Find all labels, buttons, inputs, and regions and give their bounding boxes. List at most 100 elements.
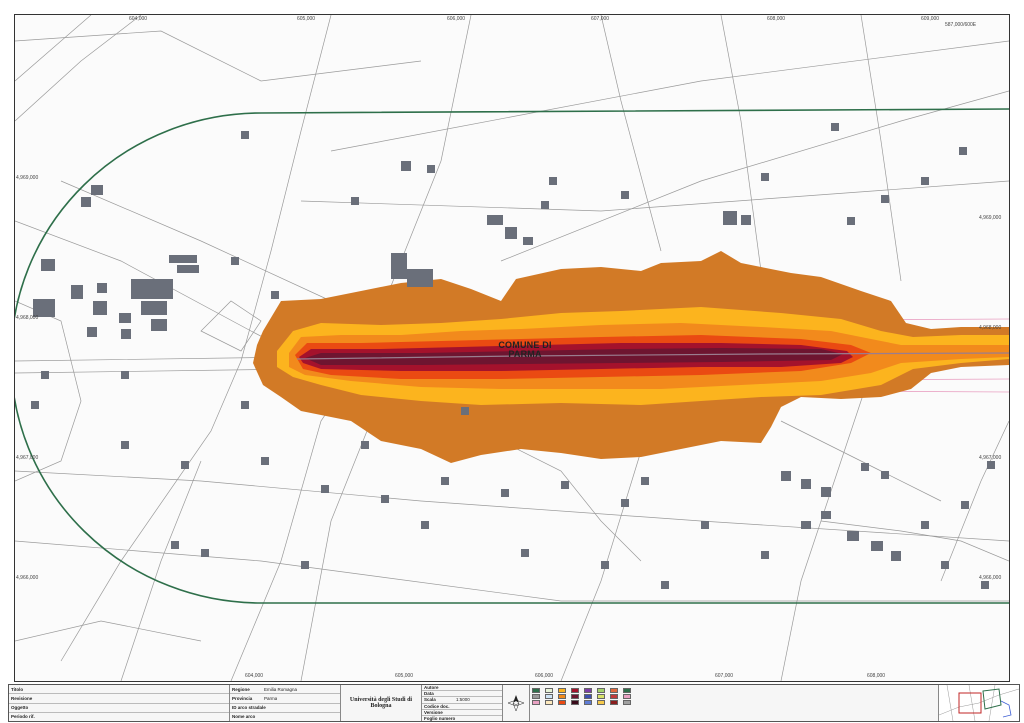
road-id-key: ID arco stradale: [232, 705, 266, 711]
legend-item: [532, 700, 542, 705]
legend-group: [584, 687, 594, 719]
map-sheet: 604,000 605,000 606,000 607,000 608,000 …: [0, 0, 1024, 723]
version-key: Versione: [424, 709, 443, 715]
legend-group: [571, 687, 581, 719]
legend-swatch: [623, 688, 631, 693]
coord-bottom-3: 606,000: [535, 673, 554, 679]
coord-bottom-1: 604,000: [245, 673, 264, 679]
period-key: Periodo rif.: [11, 714, 35, 720]
coord-right-2: 4,968,000: [979, 325, 1002, 331]
legend-swatch: [545, 700, 553, 705]
legend-swatch: [558, 688, 566, 693]
legend-item: [610, 694, 620, 699]
north-arrow: [503, 685, 530, 721]
legend-swatch: [545, 694, 553, 699]
coord-top-2: 605,000: [297, 16, 316, 22]
legend-swatch: [571, 694, 579, 699]
place-label: COMUNE DI PARMA: [485, 341, 565, 359]
legend-item: [558, 688, 568, 693]
sheet-number-key: Foglio numero: [424, 715, 456, 721]
legend-item: [584, 700, 594, 705]
title-block: Titolo Revisione Oggetto Periodo rif. Re…: [8, 684, 1020, 722]
legend-swatch: [558, 694, 566, 699]
legend-swatch: [584, 700, 592, 705]
legend-swatch: [610, 694, 618, 699]
province-key: Provincia: [232, 695, 253, 701]
legend-swatch: [584, 694, 592, 699]
title-key: Titolo: [11, 686, 24, 692]
legend-item: [571, 688, 581, 693]
legend-item: [610, 700, 620, 705]
coord-top-1: 604,000: [129, 16, 148, 22]
legend: [530, 685, 939, 721]
place-label-line2: PARMA: [508, 349, 542, 359]
legend-item: [532, 688, 542, 693]
legend-item: [597, 694, 607, 699]
legend-item: [623, 688, 633, 693]
author-key: Autore: [424, 685, 439, 691]
legend-item: [597, 688, 607, 693]
coord-left-3: 4,967,000: [16, 455, 39, 461]
legend-swatch: [623, 694, 631, 699]
legend-swatch: [532, 688, 540, 693]
legend-swatch: [571, 700, 579, 705]
legend-swatch: [597, 694, 605, 699]
legend-item: [584, 694, 594, 699]
university-block: Università degli Studi di Bologna: [341, 685, 422, 721]
inset-map: [938, 684, 1020, 722]
legend-group: [610, 687, 620, 719]
legend-group: [623, 687, 633, 719]
title-block-main: Titolo Revisione Oggetto Periodo rif.: [9, 685, 230, 721]
inset-map-svg: [938, 684, 1020, 722]
legend-item: [545, 694, 555, 699]
legend-group: [558, 687, 568, 719]
legend-group: [545, 687, 555, 719]
coord-left-2: 4,968,000: [16, 315, 39, 321]
legend-swatch: [584, 688, 592, 693]
scale-value: 1:5000: [456, 697, 470, 703]
map-frame: 604,000 605,000 606,000 607,000 608,000 …: [14, 14, 1010, 682]
road-name-key: Nome arco: [232, 714, 256, 720]
revision-key: Revisione: [11, 695, 33, 701]
legend-swatch: [610, 688, 618, 693]
legend-item: [545, 700, 555, 705]
legend-item: [532, 694, 542, 699]
title-block-region: Regione Emilia Romagna Provincia Parma ID …: [230, 685, 341, 721]
title-block-author: Autore Data Scala 1:5000 Codice doc. Vers…: [422, 685, 503, 721]
coord-bottom-4: 607,000: [715, 673, 734, 679]
legend-item: [623, 694, 633, 699]
region-value: Emilia Romagna: [264, 686, 298, 692]
legend-swatch: [558, 700, 566, 705]
legend-item: [558, 700, 568, 705]
university-name: Università degli Studi di Bologna: [349, 697, 413, 709]
region-key: Regione: [232, 686, 250, 692]
legend-group: [597, 687, 607, 719]
coord-right-1: 4,969,000: [979, 215, 1002, 221]
doc-code-key: Codice doc.: [424, 703, 450, 709]
legend-swatch: [532, 700, 540, 705]
date-key: Data: [424, 691, 434, 697]
coord-top-6: 609,000: [921, 16, 940, 22]
scale-key: Scala: [424, 697, 436, 703]
coord-left-4: 4,966,000: [16, 575, 39, 581]
coord-top-7: 587,000/600E: [945, 22, 977, 28]
coord-bottom-2: 605,000: [395, 673, 414, 679]
legend-swatch: [545, 688, 553, 693]
coord-bottom-5: 608,000: [867, 673, 886, 679]
noise-contour-zones: [253, 251, 1009, 463]
legend-item: [571, 694, 581, 699]
coord-right-4: 4,966,000: [979, 575, 1002, 581]
coord-top-4: 607,000: [591, 16, 610, 22]
coord-left-1: 4,969,000: [16, 175, 39, 181]
legend-swatch: [623, 700, 631, 705]
legend-swatch: [597, 700, 605, 705]
legend-item: [558, 694, 568, 699]
coord-top-3: 606,000: [447, 16, 466, 22]
north-arrow-icon: [507, 695, 525, 712]
legend-swatch: [532, 694, 540, 699]
legend-item: [545, 688, 555, 693]
province-value: Parma: [264, 695, 278, 701]
legend-item: [571, 700, 581, 705]
legend-item: [623, 700, 633, 705]
legend-item: [597, 700, 607, 705]
